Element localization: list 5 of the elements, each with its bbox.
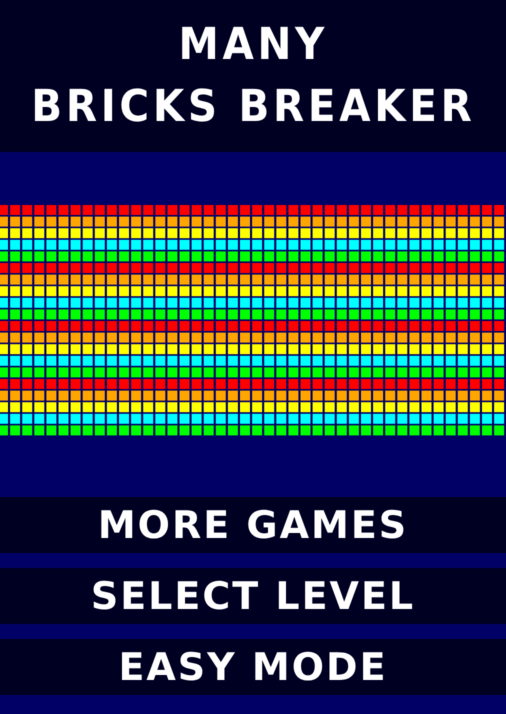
game-title: MANY [178,18,328,72]
menu-button[interactable]: SELECT LEVEL [0,568,506,624]
game-title: BRICKS BREAKER [30,80,476,134]
menu-button[interactable]: EASY MODE [0,639,506,695]
menu-button[interactable]: MORE GAMES [0,497,506,553]
